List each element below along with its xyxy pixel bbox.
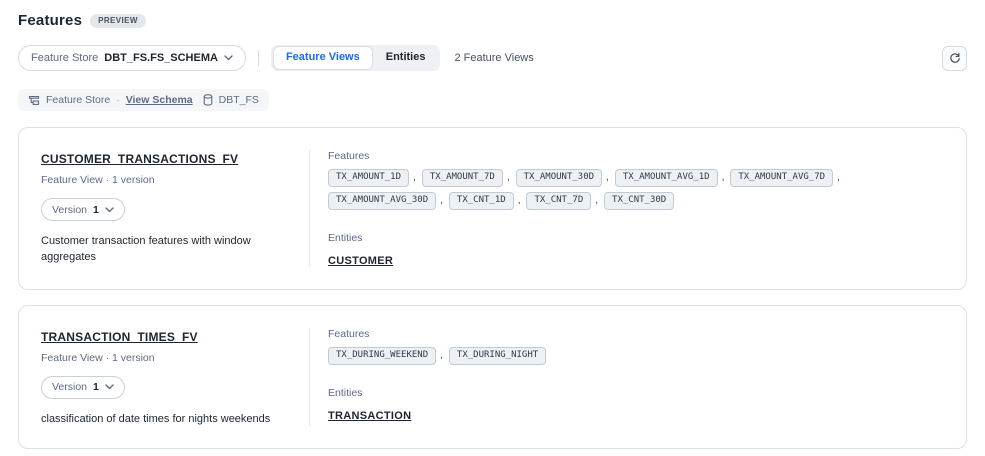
chevron-down-icon [224, 55, 233, 61]
breadcrumb: Feature Store · View Schema DBT_FS [18, 89, 269, 111]
page-title: Features [18, 12, 82, 29]
tab-feature-views[interactable]: Feature Views [273, 46, 373, 69]
feature-chip: TX_AMOUNT_AVG_7D [730, 169, 833, 187]
version-label: Version [52, 204, 87, 216]
card-summary: CUSTOMER_TRANSACTIONS_FV Feature View · … [19, 128, 309, 289]
chip-separator: , [837, 172, 840, 183]
page-header: Features PREVIEW [18, 12, 967, 29]
features-label: Features [328, 150, 942, 162]
feature-chip: TX_AMOUNT_30D [516, 169, 602, 187]
preview-badge: PREVIEW [90, 14, 146, 28]
feature-view-card: TRANSACTION_TIMES_FV Feature View · 1 ve… [18, 305, 967, 449]
chip-separator: , [595, 195, 598, 206]
feature-chip: TX_CNT_1D [449, 192, 514, 210]
feature-chip-list: TX_DURING_WEEKEND, TX_DURING_NIGHT [328, 347, 942, 365]
entities-block: Entities TRANSACTION [328, 387, 942, 424]
feature-store-select-value: DBT_FS.FS_SCHEMA [104, 52, 218, 64]
feature-chip: TX_AMOUNT_AVG_30D [328, 192, 436, 210]
feature-store-select[interactable]: Feature Store DBT_FS.FS_SCHEMA [18, 45, 246, 71]
feature-view-meta: Feature View · 1 version [41, 352, 289, 364]
refresh-icon [949, 52, 961, 64]
feature-chip-list: TX_AMOUNT_1D, TX_AMOUNT_7D, TX_AMOUNT_30D,… [328, 169, 942, 210]
database-icon [203, 94, 213, 106]
feature-chip: TX_DURING_NIGHT [449, 347, 546, 365]
feature-view-meta: Feature View · 1 version [41, 174, 289, 186]
feature-views-count: 2 Feature Views [454, 52, 533, 64]
chip-separator: , [440, 350, 443, 361]
feature-chip: TX_AMOUNT_7D [422, 169, 503, 187]
features-label: Features [328, 328, 942, 340]
schema-icon [28, 95, 40, 106]
feature-chip: TX_CNT_30D [604, 192, 674, 210]
entities-label: Entities [328, 232, 942, 244]
view-tabs: Feature Views Entities [271, 45, 441, 71]
chip-separator: , [722, 172, 725, 183]
feature-store-select-label: Feature Store [31, 52, 98, 64]
card-details: Features TX_AMOUNT_1D,TX_AMOUNT_7D,TX_AM… [310, 128, 966, 289]
chevron-down-icon [105, 207, 114, 213]
card-details: Features TX_DURING_WEEKEND, TX_DURING_NIG… [310, 306, 966, 448]
toolbar-divider [258, 50, 259, 66]
chip-separator: , [413, 172, 416, 183]
entity-link[interactable]: TRANSACTION [328, 410, 411, 422]
chip-separator: , [518, 195, 521, 206]
view-schema-link[interactable]: View Schema [126, 94, 193, 106]
chip-separator: , [606, 172, 609, 183]
tab-entities[interactable]: Entities [373, 46, 439, 69]
feature-view-description: Customer transaction features with windo… [41, 234, 289, 266]
breadcrumb-database: DBT_FS [219, 94, 259, 106]
feature-chip: TX_AMOUNT_1D [328, 169, 409, 187]
breadcrumb-separator: · [116, 94, 120, 106]
breadcrumb-root: Feature Store [46, 94, 110, 106]
chip-separator: , [440, 195, 443, 206]
refresh-button[interactable] [942, 46, 967, 71]
feature-view-name-link[interactable]: CUSTOMER_TRANSACTIONS_FV [41, 152, 238, 166]
version-dropdown[interactable]: Version 1 [41, 376, 125, 399]
chip-separator: , [507, 172, 510, 183]
toolbar: Feature Store DBT_FS.FS_SCHEMA Feature V… [18, 45, 967, 71]
features-page: Features PREVIEW Feature Store DBT_FS.FS… [0, 0, 985, 456]
card-summary: TRANSACTION_TIMES_FV Feature View · 1 ve… [19, 306, 309, 448]
entities-block: Entities CUSTOMER [328, 232, 942, 269]
version-value: 1 [93, 381, 99, 393]
feature-view-card: CUSTOMER_TRANSACTIONS_FV Feature View · … [18, 127, 967, 290]
version-value: 1 [93, 204, 99, 216]
version-label: Version [52, 381, 87, 393]
feature-chip: TX_DURING_WEEKEND [328, 347, 436, 365]
entity-link[interactable]: CUSTOMER [328, 255, 393, 267]
entities-label: Entities [328, 387, 942, 399]
feature-view-description: classification of date times for nights … [41, 412, 289, 428]
feature-chip: TX_CNT_7D [526, 192, 591, 210]
chevron-down-icon [105, 384, 114, 390]
feature-view-name-link[interactable]: TRANSACTION_TIMES_FV [41, 330, 198, 344]
feature-chip: TX_AMOUNT_AVG_1D [615, 169, 718, 187]
version-dropdown[interactable]: Version 1 [41, 198, 125, 221]
